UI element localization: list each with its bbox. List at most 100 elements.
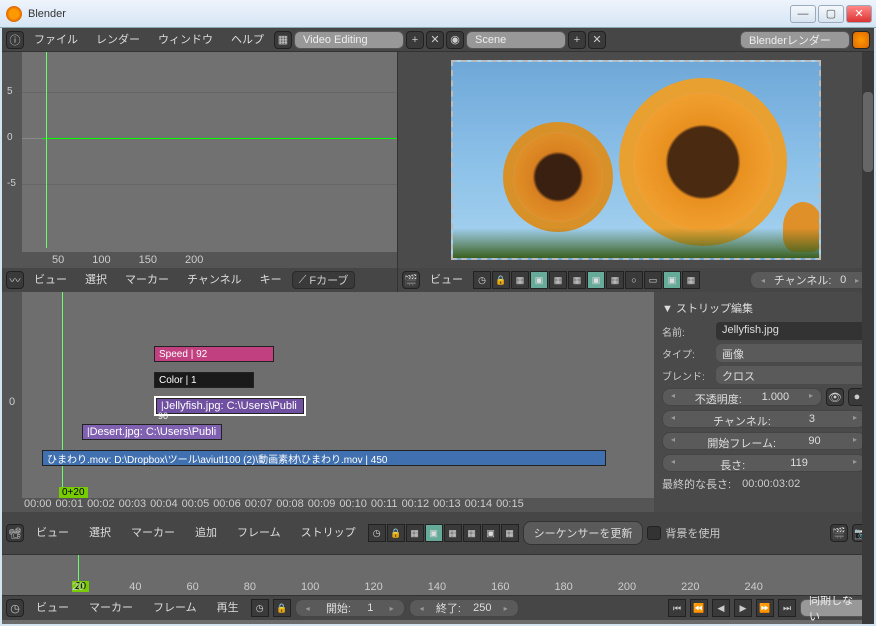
lock-icon[interactable]: 🔒 xyxy=(492,271,510,289)
refresh-sequencer-button[interactable]: シーケンサーを更新 xyxy=(523,521,644,545)
menu-help[interactable]: ヘルプ xyxy=(223,28,272,52)
layout-icon[interactable]: ▦ xyxy=(274,31,292,49)
play-reverse-button[interactable]: ◀ xyxy=(712,599,730,617)
strip-jellyfish[interactable]: | Jellyfish.jpg: C:\Users\Publi xyxy=(156,398,304,414)
strip-type-select[interactable]: 画像 xyxy=(716,344,866,362)
use-background-checkbox[interactable] xyxy=(647,526,661,540)
strip-speed[interactable]: Speed | 92 xyxy=(154,346,274,362)
strip-blend-select[interactable]: クロス xyxy=(716,366,866,384)
display-mode-icon[interactable]: ▭ xyxy=(644,271,662,289)
fcurve-mode-button[interactable]: ⟋Fカーブ xyxy=(292,271,356,289)
scene-add-button[interactable]: + xyxy=(568,31,586,49)
opacity-field[interactable]: ◂不透明度:1.000▸ xyxy=(662,388,822,406)
sunflower-icon xyxy=(633,92,773,232)
props-header[interactable]: ▼ ストリップ編集 xyxy=(662,298,866,322)
lock-icon[interactable]: 🔒 xyxy=(273,599,291,617)
sequencer-timeline[interactable]: Speed | 92 Color | 1 | Jellyfish.jpg: C:… xyxy=(22,292,654,512)
strip-name-input[interactable]: Jellyfish.jpg xyxy=(716,322,866,340)
graph-playhead[interactable] xyxy=(46,52,47,248)
scene-selector[interactable]: Scene xyxy=(466,31,566,49)
lock-icon[interactable]: 🔒 xyxy=(387,524,405,542)
next-keyframe-button[interactable]: ⏩ xyxy=(756,599,774,617)
display-icon[interactable]: ▣ xyxy=(425,524,443,542)
graph-editor-icon[interactable]: 〰 xyxy=(6,271,24,289)
strip-desert[interactable]: | Desert.jpg: C:\Users\Publi xyxy=(82,424,222,440)
display-mode-icon[interactable]: ▣ xyxy=(663,271,681,289)
preview-menu-view[interactable]: ビュー xyxy=(422,268,471,292)
menu-window[interactable]: ウィンドウ xyxy=(150,28,221,52)
display-icon[interactable]: ▣ xyxy=(482,524,500,542)
seq-menu-strip[interactable]: ストリップ xyxy=(293,521,364,545)
prev-keyframe-button[interactable]: ⏪ xyxy=(690,599,708,617)
eye-icon[interactable]: 👁 xyxy=(826,388,844,406)
layout-delete-button[interactable]: ✕ xyxy=(426,31,444,49)
window-title: Blender xyxy=(28,8,790,20)
channel-field[interactable]: ◂チャンネル:3▸ xyxy=(662,410,866,428)
graph-y-axis xyxy=(2,52,22,268)
seq-menu-add[interactable]: 追加 xyxy=(187,521,225,545)
display-icon[interactable]: ▦ xyxy=(463,524,481,542)
scene-icon[interactable]: ◉ xyxy=(446,31,464,49)
seq-menu-frame[interactable]: フレーム xyxy=(229,521,289,545)
display-mode-icon[interactable]: ○ xyxy=(625,271,643,289)
minimize-button[interactable]: — xyxy=(790,5,816,23)
blender-icon xyxy=(852,31,870,49)
properties-panel: ▼ ストリップ編集 名前:Jellyfish.jpg タイプ:画像 ブレンド:ク… xyxy=(654,292,874,512)
seq-editor-icon[interactable]: 📽 xyxy=(6,524,24,542)
clock-icon[interactable]: ◷ xyxy=(473,271,491,289)
display-mode-icon[interactable]: ▣ xyxy=(530,271,548,289)
graph-menu-channel[interactable]: チャンネル xyxy=(179,268,250,292)
jump-end-button[interactable]: ⏭ xyxy=(778,599,796,617)
maximize-button[interactable]: ▢ xyxy=(818,5,844,23)
graph-menu-select[interactable]: 選択 xyxy=(77,268,115,292)
display-icon[interactable]: ▦ xyxy=(501,524,519,542)
jump-start-button[interactable]: ⏮ xyxy=(668,599,686,617)
length-field[interactable]: ◂長さ:119▸ xyxy=(662,454,866,472)
display-mode-icon[interactable]: ▦ xyxy=(511,271,529,289)
tl-menu-play[interactable]: 再生 xyxy=(209,596,247,620)
start-frame-field[interactable]: ◂開始フレーム:90▸ xyxy=(662,432,866,450)
preview-editor-icon[interactable]: 🎬 xyxy=(402,271,420,289)
menu-render[interactable]: レンダー xyxy=(88,28,148,52)
layout-add-button[interactable]: + xyxy=(406,31,424,49)
display-mode-icon[interactable]: ▣ xyxy=(587,271,605,289)
close-button[interactable]: ✕ xyxy=(846,5,872,23)
seq-menu-select[interactable]: 選択 xyxy=(81,521,119,545)
display-icon[interactable]: ▦ xyxy=(406,524,424,542)
sync-mode-select[interactable]: 同期しない xyxy=(800,599,870,617)
display-mode-icon[interactable]: ▦ xyxy=(568,271,586,289)
tl-menu-frame[interactable]: フレーム xyxy=(145,596,205,620)
seq-playhead[interactable] xyxy=(62,292,63,498)
menu-file[interactable]: ファイル xyxy=(26,28,86,52)
clock-icon[interactable]: ◷ xyxy=(368,524,386,542)
timeline-area[interactable]: 20 20406080100120140160180200220240 xyxy=(2,554,874,596)
play-button[interactable]: ▶ xyxy=(734,599,752,617)
end-frame-field[interactable]: ◂終了:250▸ xyxy=(409,599,519,617)
display-icon[interactable]: ▦ xyxy=(444,524,462,542)
display-mode-icon[interactable]: ▦ xyxy=(549,271,567,289)
seq-menu-view[interactable]: ビュー xyxy=(28,521,77,545)
tl-menu-marker[interactable]: マーカー xyxy=(81,596,141,620)
layout-selector[interactable]: Video Editing xyxy=(294,31,404,49)
preview-channel-field[interactable]: ◂チャンネル:0▸ xyxy=(750,271,870,289)
graph-editor[interactable]: 5 0 -5 20 50 100 150 200 xyxy=(2,52,398,268)
display-mode-icon[interactable]: ▦ xyxy=(682,271,700,289)
clock-icon[interactable]: ◷ xyxy=(251,599,269,617)
sunflower-icon xyxy=(513,132,603,222)
scrollbar-vertical[interactable] xyxy=(862,52,874,624)
graph-menu-marker[interactable]: マーカー xyxy=(117,268,177,292)
info-editor-icon[interactable]: ⓘ xyxy=(6,31,24,49)
timeline-playhead[interactable] xyxy=(78,555,79,581)
graph-menu-key[interactable]: キー xyxy=(252,268,290,292)
tl-menu-view[interactable]: ビュー xyxy=(28,596,77,620)
strip-color[interactable]: Color | 1 xyxy=(154,372,254,388)
graph-menu-view[interactable]: ビュー xyxy=(26,268,75,292)
film-icon[interactable]: 🎬 xyxy=(830,524,848,542)
display-mode-icon[interactable]: ▦ xyxy=(606,271,624,289)
renderer-selector[interactable]: Blenderレンダー xyxy=(740,31,850,49)
seq-menu-marker[interactable]: マーカー xyxy=(123,521,183,545)
start-frame-field[interactable]: ◂開始:1▸ xyxy=(295,599,405,617)
scene-delete-button[interactable]: ✕ xyxy=(588,31,606,49)
timeline-editor-icon[interactable]: ◷ xyxy=(6,599,24,617)
strip-movie[interactable]: ひまわり.mov: D:\Dropbox\ツール\aviutl100 (2)\動… xyxy=(42,450,606,466)
